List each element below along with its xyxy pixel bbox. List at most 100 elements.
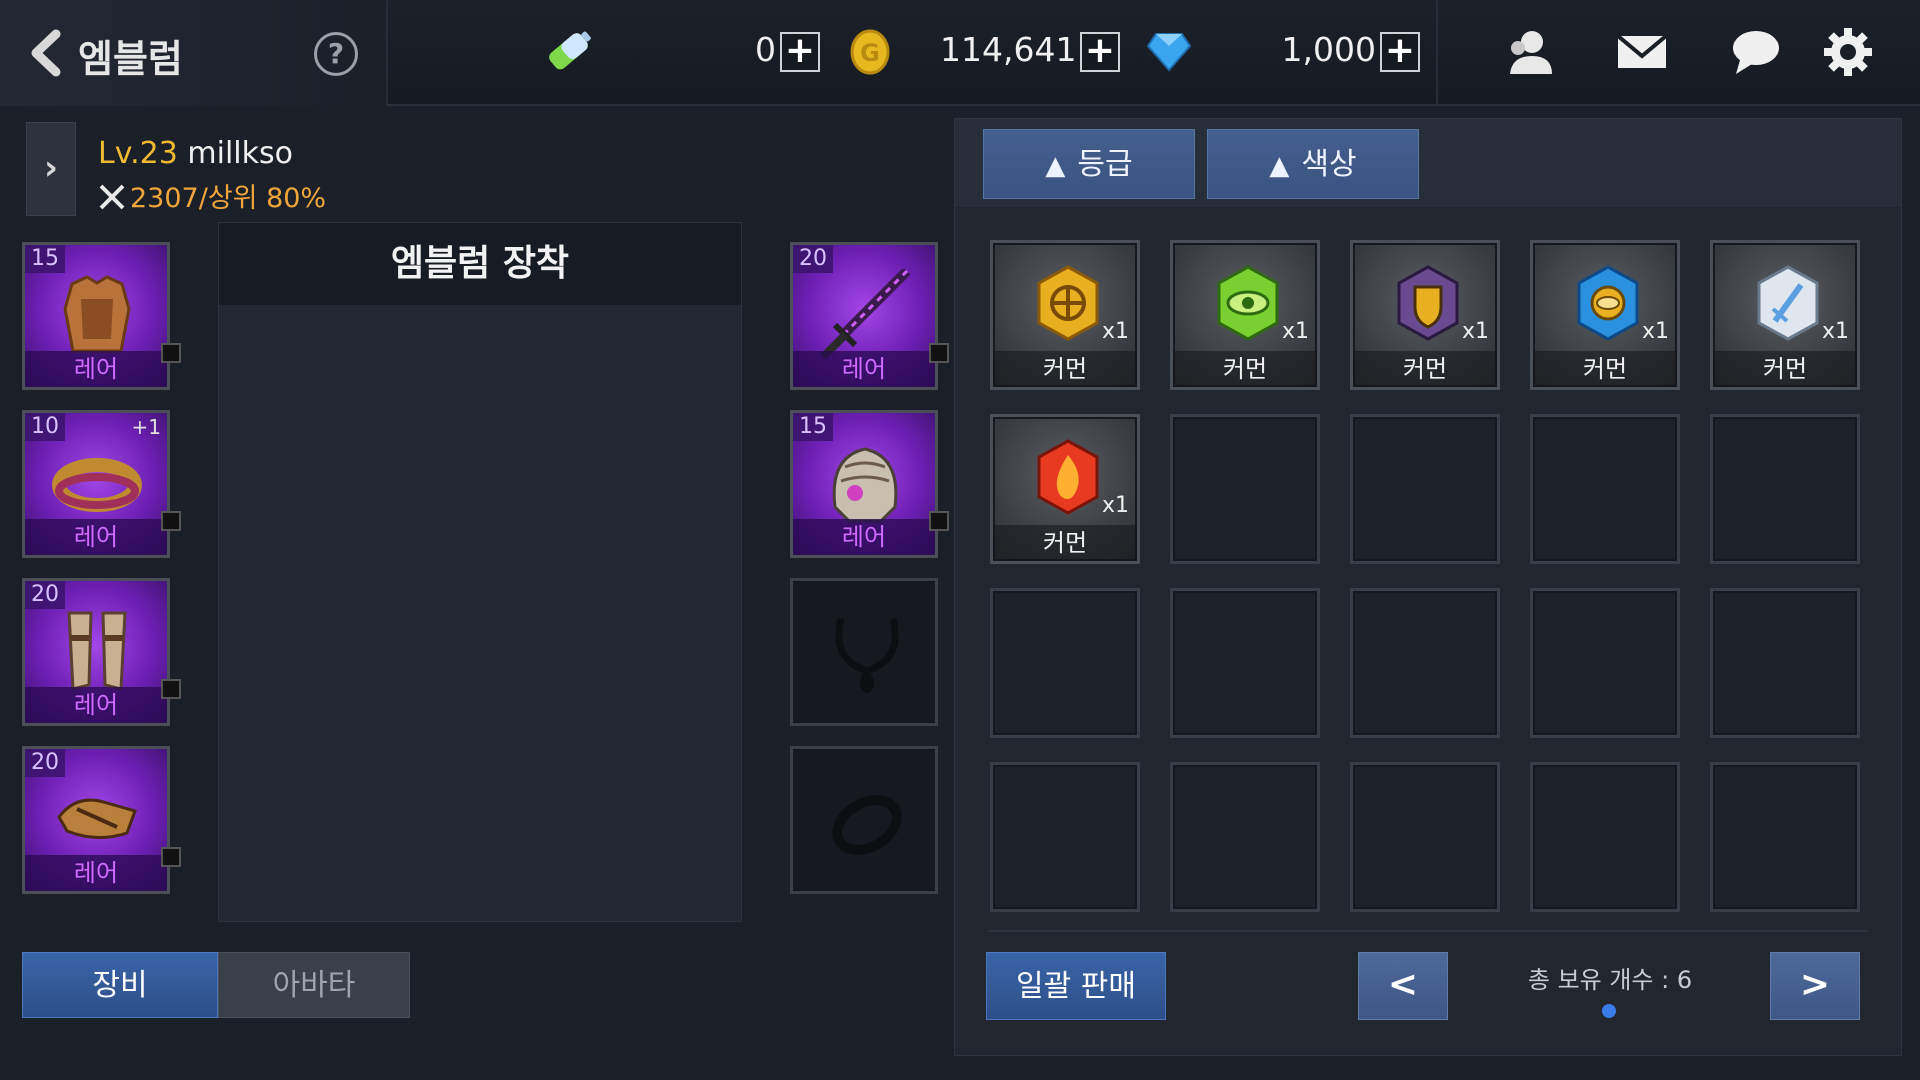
- emblem-panel-title: 엠블럼 장착: [219, 223, 741, 305]
- armor-icon: [63, 275, 131, 353]
- inventory-slot-empty[interactable]: [1350, 414, 1500, 564]
- green-eye-emblem-icon: [1217, 265, 1279, 341]
- diamond-value: 1,000: [1281, 30, 1376, 69]
- prev-page-button[interactable]: <: [1358, 952, 1448, 1020]
- item-grade: 커먼: [1533, 351, 1677, 387]
- item-grade: 커먼: [993, 351, 1137, 387]
- expand-character-button[interactable]: ›: [26, 122, 76, 216]
- inventory-slot-empty[interactable]: [990, 762, 1140, 912]
- gold-plus-button[interactable]: +: [1080, 32, 1120, 72]
- coin-icon: G: [850, 29, 890, 75]
- item-quantity: x1: [1281, 319, 1309, 344]
- lock-toggle[interactable]: [929, 511, 949, 531]
- top-bar-separator: [1436, 0, 1438, 106]
- slot-grade: 레어: [25, 519, 167, 555]
- tab-equipment[interactable]: 장비: [22, 952, 218, 1018]
- helmet-icon: [832, 447, 898, 523]
- slot-grade: 레어: [25, 855, 167, 891]
- mail-icon[interactable]: [1616, 26, 1668, 78]
- tab-avatar[interactable]: 아바타: [218, 952, 410, 1018]
- sort-by-color-button[interactable]: ▲ 색상: [1207, 129, 1419, 199]
- next-page-button[interactable]: >: [1770, 952, 1860, 1020]
- item-grade: 커먼: [1353, 351, 1497, 387]
- inventory-slot-empty[interactable]: [1350, 588, 1500, 738]
- white-sword-emblem-icon: [1757, 265, 1819, 341]
- inventory-slot-empty[interactable]: [990, 588, 1140, 738]
- inventory-slot-empty[interactable]: [1710, 762, 1860, 912]
- inventory-slot-empty[interactable]: [1350, 762, 1500, 912]
- gold-cross-emblem-icon: [1037, 265, 1099, 341]
- sort-arrow-icon: ▲: [1269, 151, 1290, 181]
- inventory-slot-empty[interactable]: [1170, 588, 1320, 738]
- sort-arrow-icon: ▲: [1045, 151, 1066, 181]
- inventory-slot[interactable]: x1 커먼: [1170, 240, 1320, 390]
- character-level: Lv.23: [98, 136, 178, 171]
- inventory-slot-empty[interactable]: [1710, 414, 1860, 564]
- inventory-divider: [988, 930, 1868, 932]
- item-quantity: x1: [1821, 319, 1849, 344]
- top-bar: 엠블럼 ? 0 + G 114,641 + 1,000 +: [0, 0, 1920, 106]
- back-arrow-icon[interactable]: [26, 28, 66, 78]
- friends-icon[interactable]: [1504, 26, 1556, 78]
- sword-icon: [820, 269, 911, 359]
- crossed-swords-icon: [99, 184, 125, 210]
- sort-label: 색상: [1301, 147, 1357, 182]
- equip-slot-helmet[interactable]: 15 레어: [790, 410, 949, 558]
- lock-toggle[interactable]: [161, 511, 181, 531]
- item-grade: 커먼: [1713, 351, 1857, 387]
- inventory-slot-empty[interactable]: [1530, 414, 1680, 564]
- emblem-equip-panel: 엠블럼 장착: [218, 222, 742, 922]
- lock-toggle[interactable]: [929, 343, 949, 363]
- diamond-plus-button[interactable]: +: [1380, 32, 1420, 72]
- title-area: 엠블럼 ?: [0, 0, 388, 106]
- inventory-slot-empty[interactable]: [1710, 588, 1860, 738]
- page-indicator-dot: [1602, 1004, 1616, 1018]
- item-quantity: x1: [1641, 319, 1669, 344]
- sort-bar: ▲ 등급 ▲ 색상: [955, 119, 1901, 207]
- lock-toggle[interactable]: [161, 847, 181, 867]
- belt-icon: [52, 458, 142, 512]
- purple-shield-emblem-icon: [1397, 265, 1459, 341]
- item-quantity: x1: [1101, 319, 1129, 344]
- equip-slot-belt[interactable]: 10 +1 레어: [22, 410, 181, 558]
- inventory-slot[interactable]: x1 커먼: [1710, 240, 1860, 390]
- item-quantity: x1: [1461, 319, 1489, 344]
- chat-icon[interactable]: [1730, 26, 1782, 78]
- lock-toggle[interactable]: [161, 679, 181, 699]
- svg-text:G: G: [860, 39, 880, 67]
- settings-icon[interactable]: [1822, 26, 1874, 78]
- stamina-value: 0: [755, 30, 776, 69]
- equip-slot-weapon[interactable]: 20 레어: [790, 242, 949, 390]
- inventory-slot-empty[interactable]: [1170, 762, 1320, 912]
- help-icon[interactable]: ?: [314, 32, 358, 76]
- equip-slot-gloves[interactable]: 20 레어: [22, 746, 181, 894]
- slot-grade: 레어: [793, 519, 935, 555]
- gem-icon: [1146, 33, 1192, 72]
- gloves-icon: [57, 798, 137, 839]
- inventory-slot[interactable]: x1 커먼: [1350, 240, 1500, 390]
- inventory-slot-empty[interactable]: [1530, 762, 1680, 912]
- combat-power: 2307: [130, 183, 199, 214]
- stamina-plus-button[interactable]: +: [780, 32, 820, 72]
- inventory-slot[interactable]: x1 커먼: [990, 414, 1140, 564]
- lock-toggle[interactable]: [161, 343, 181, 363]
- equip-slot-armor[interactable]: 15 레어: [22, 242, 181, 390]
- battery-icon: [549, 31, 591, 70]
- inventory-slot-empty[interactable]: [1170, 414, 1320, 564]
- gold-value: 114,641: [940, 30, 1077, 69]
- equip-slot-necklace[interactable]: [790, 578, 938, 726]
- greaves-icon: [67, 611, 127, 691]
- inventory-slot[interactable]: x1 커먼: [990, 240, 1140, 390]
- equip-slot-greaves[interactable]: 20 레어: [22, 578, 181, 726]
- character-header: Lv.23 millkso: [98, 136, 293, 171]
- equip-slot-ring[interactable]: [790, 746, 938, 894]
- inventory-slot-empty[interactable]: [1530, 588, 1680, 738]
- bulk-sell-button[interactable]: 일괄 판매: [986, 952, 1166, 1020]
- inventory-slot[interactable]: x1 커먼: [1530, 240, 1680, 390]
- necklace-icon: [835, 618, 899, 693]
- item-grade: 커먼: [993, 525, 1137, 561]
- red-fire-emblem-icon: [1037, 439, 1099, 515]
- item-quantity: x1: [1101, 493, 1129, 518]
- sort-by-grade-button[interactable]: ▲ 등급: [983, 129, 1195, 199]
- slot-grade: 레어: [25, 351, 167, 387]
